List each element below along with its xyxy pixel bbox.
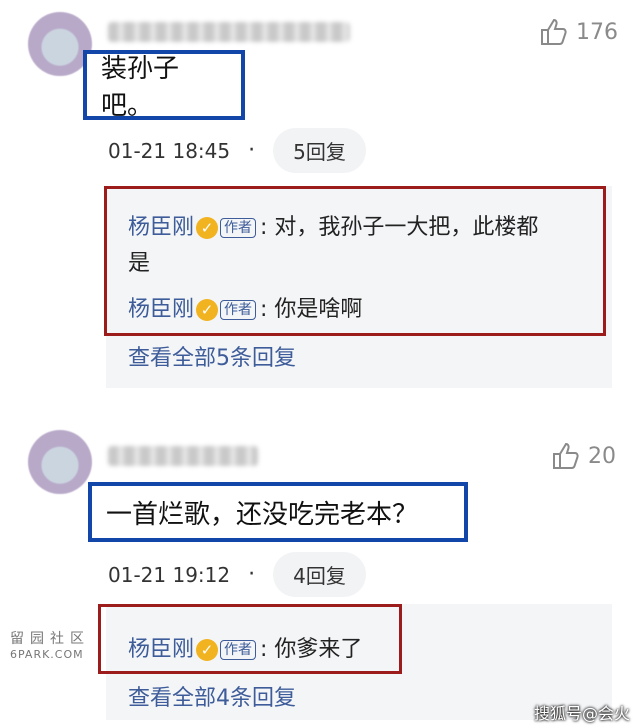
username-blurred[interactable] (108, 22, 350, 42)
watermark-sohu: 搜狐号@会火 (533, 704, 630, 723)
reply-text: : 你是啥啊 (260, 297, 363, 322)
comment-text: 一首烂歌，还没吃完老本？ (106, 499, 419, 530)
view-all-replies-link[interactable]: 查看全部5条回复 (128, 340, 296, 372)
watermark-text: 留园社区 (10, 631, 90, 647)
reply-item: 杨臣刚 ✓ 作者: 对，我孙子一大把，此楼都 是 (128, 210, 598, 282)
like-count: 20 (588, 443, 616, 469)
separator-dot: · (248, 562, 256, 587)
username-blurred[interactable] (108, 446, 258, 466)
author-tag: 作者 (220, 218, 257, 238)
reply-count-button[interactable]: 5回复 (273, 128, 366, 173)
reply-text: : 你爹来了 (260, 637, 363, 662)
like-button[interactable]: 20 (550, 440, 616, 472)
comment-meta: 01-21 19:12 · 4回复 (108, 552, 366, 597)
thumbs-up-icon (553, 442, 579, 469)
author-tag: 作者 (220, 640, 257, 660)
watermark-6park: 留园社区 6PARK.COM (10, 628, 90, 661)
like-button[interactable]: 176 (538, 16, 618, 48)
reply-author[interactable]: 杨臣刚 (128, 637, 194, 662)
watermark-url: 6PARK.COM (10, 648, 84, 661)
verified-badge-icon: ✓ (196, 299, 219, 321)
reply-author[interactable]: 杨臣刚 (128, 297, 194, 322)
reply-item: 杨臣刚 ✓ 作者: 你是啥啊 (128, 292, 598, 328)
author-tag: 作者 (220, 300, 257, 320)
verified-badge-icon: ✓ (196, 639, 219, 661)
comment-text-box: 装孙子吧。 (83, 50, 245, 121)
timestamp: 01-21 18:45 (108, 138, 231, 163)
reply-count-button[interactable]: 4回复 (273, 552, 366, 597)
reply-item: 杨臣刚 ✓ 作者: 你爹来了 (128, 632, 398, 668)
separator-dot: · (248, 138, 256, 163)
reply-text-continued: 是 (128, 251, 151, 276)
view-all-replies-link[interactable]: 查看全部4条回复 (128, 680, 296, 712)
timestamp: 01-21 19:12 (108, 562, 231, 587)
comment-text-box: 一首烂歌，还没吃完老本？ (88, 482, 468, 542)
thumbs-up-icon (541, 18, 567, 45)
verified-badge-icon: ✓ (196, 217, 219, 239)
comment-meta: 01-21 18:45 · 5回复 (108, 128, 366, 173)
avatar[interactable] (28, 430, 92, 494)
comment-text: 装孙子吧。 (101, 54, 180, 121)
like-count: 176 (576, 19, 618, 45)
reply-text: : 对，我孙子一大把，此楼都 (260, 215, 539, 240)
reply-author[interactable]: 杨臣刚 (128, 215, 194, 240)
